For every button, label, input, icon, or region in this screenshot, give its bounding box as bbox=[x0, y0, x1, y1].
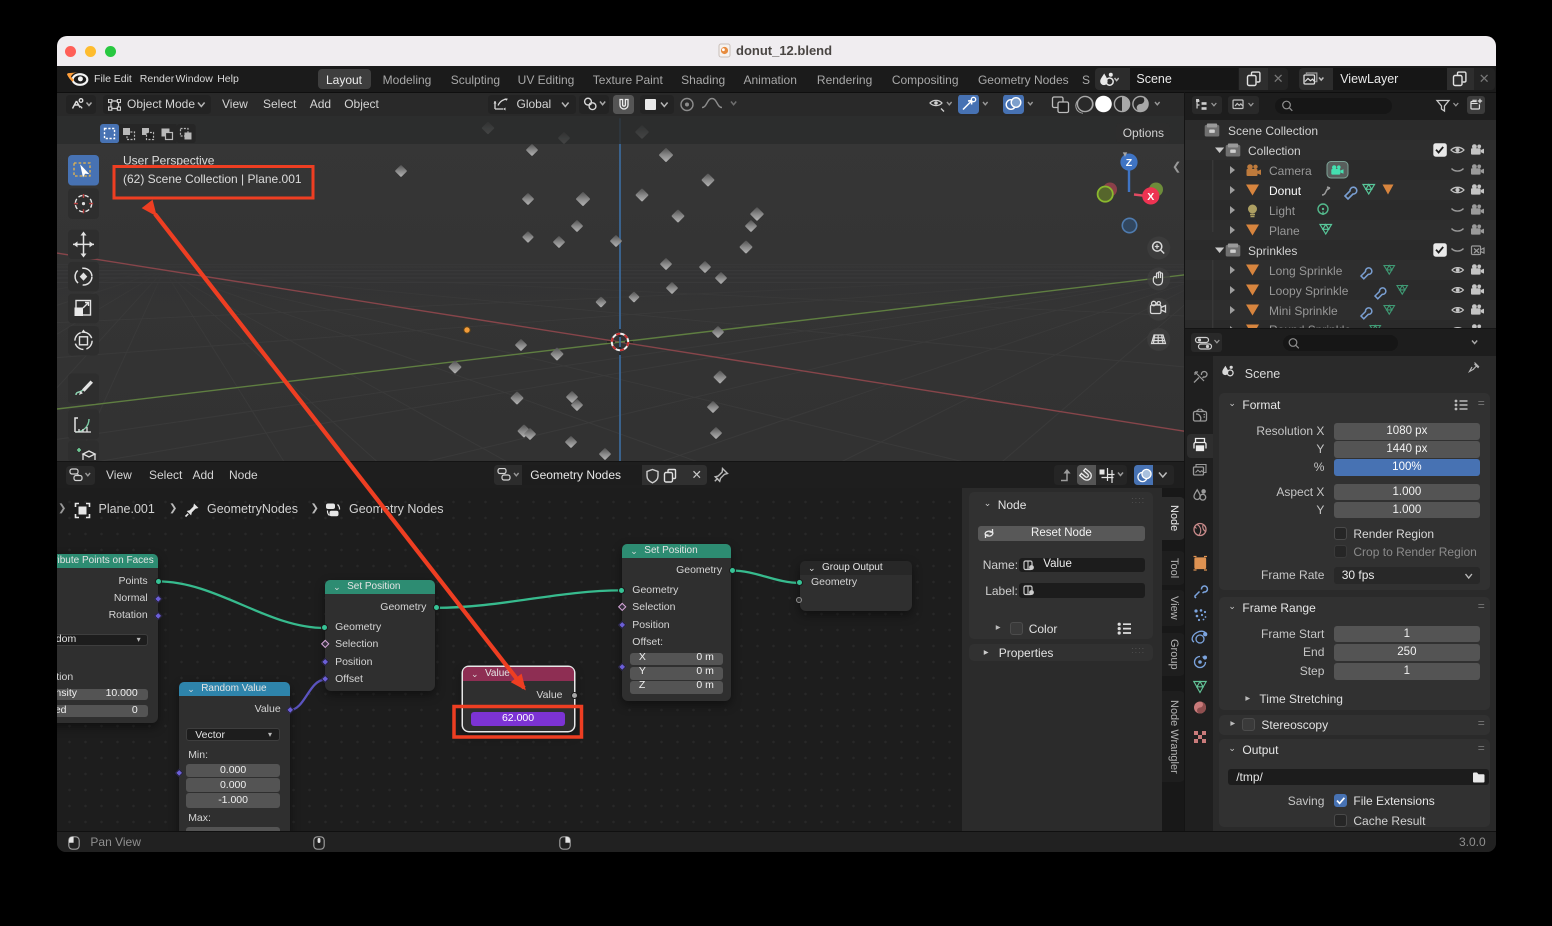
svg-text:❮: ❮ bbox=[1172, 161, 1181, 173]
svg-text:(62) Scene Collection | Plane.: (62) Scene Collection | Plane.001 bbox=[123, 172, 302, 186]
svg-text:X: X bbox=[1147, 191, 1154, 203]
svg-text:User Perspective: User Perspective bbox=[123, 153, 215, 167]
